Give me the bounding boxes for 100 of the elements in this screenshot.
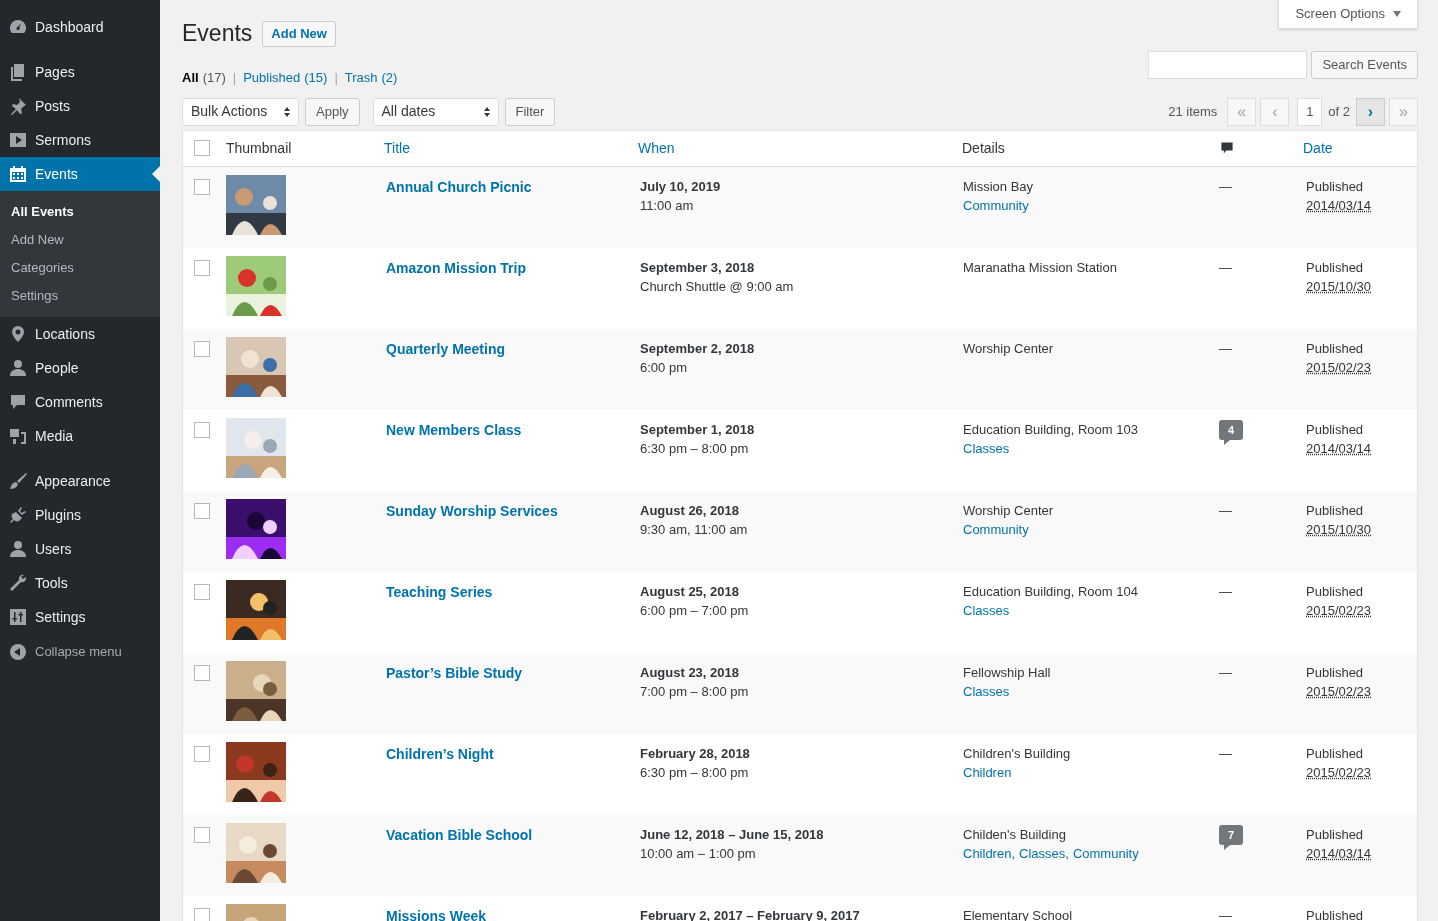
sidebar-item[interactable]: Plugins xyxy=(0,498,160,532)
row-checkbox[interactable] xyxy=(194,907,210,921)
person-icon xyxy=(8,539,28,559)
event-title-link[interactable]: Quarterly Meeting xyxy=(386,340,506,357)
status-text: Published xyxy=(1306,420,1365,439)
date-text: 2015/02/23 xyxy=(1306,601,1372,620)
event-time: 9:30 am, 11:00 am xyxy=(640,520,749,539)
speech-bubble-icon xyxy=(8,392,28,412)
event-date: September 3, 2018 xyxy=(640,258,756,277)
location-text: Worship Center xyxy=(963,339,1055,358)
submenu-item[interactable]: Settings xyxy=(0,282,160,310)
sidebar-item[interactable]: Appearance xyxy=(0,464,160,498)
event-title-link[interactable]: New Members Class xyxy=(386,421,522,438)
event-title-link[interactable]: Teaching Series xyxy=(386,583,493,600)
submenu-item[interactable]: All Events xyxy=(0,198,160,226)
date-text: 2015/02/23 xyxy=(1306,358,1372,377)
filter-link[interactable]: Published xyxy=(243,68,301,88)
sidebar-item[interactable]: Sermons xyxy=(0,123,160,157)
filter-link[interactable]: All xyxy=(182,68,199,88)
category-link[interactable]: Classes xyxy=(963,683,1010,699)
menu-pointer-icon xyxy=(152,166,160,182)
status-text: Published xyxy=(1306,177,1365,196)
select-arrows-icon xyxy=(284,106,290,117)
filter-link[interactable]: Trash xyxy=(344,68,378,88)
column-header-link[interactable]: Title xyxy=(384,137,638,159)
page-total: of 2 xyxy=(1328,102,1350,121)
collapse-menu-button[interactable]: Collapse menu xyxy=(0,635,160,669)
event-time: 6:00 pm – 7:00 pm xyxy=(640,601,750,620)
comma-separator: , xyxy=(1065,845,1069,861)
select-all-checkbox[interactable] xyxy=(194,140,210,156)
row-checkbox[interactable] xyxy=(194,826,210,843)
sidebar-item[interactable]: Media xyxy=(0,419,160,453)
page-title: Events xyxy=(182,22,253,45)
no-comments-dash: — xyxy=(1219,259,1232,275)
row-checkbox[interactable] xyxy=(194,421,210,438)
location-text: Worship Center xyxy=(963,501,1055,520)
no-comments-dash: — xyxy=(1219,583,1232,599)
play-icon xyxy=(8,130,28,150)
date-text: 2014/03/14 xyxy=(1306,196,1372,215)
event-title-link[interactable]: Amazon Mission Trip xyxy=(386,259,526,276)
sidebar-item[interactable]: Comments xyxy=(0,385,160,419)
date-text: 2015/10/30 xyxy=(1306,520,1372,539)
sidebar-item[interactable]: People xyxy=(0,351,160,385)
row-checkbox[interactable] xyxy=(194,502,210,519)
no-comments-dash: — xyxy=(1219,745,1232,761)
location-text: Mission Bay xyxy=(963,177,1035,196)
sidebar-item[interactable]: Pages xyxy=(0,55,160,89)
event-title-link[interactable]: Vacation Bible School xyxy=(386,826,533,843)
sidebar-item[interactable]: Tools xyxy=(0,566,160,600)
category-link[interactable]: Children xyxy=(963,764,1012,780)
location-text: Education Building, Room 104 xyxy=(963,582,1139,601)
category-link[interactable]: Community xyxy=(963,197,1029,213)
event-title-link[interactable]: Annual Church Picnic xyxy=(386,178,532,195)
search-events-button[interactable]: Search Events xyxy=(1311,51,1418,79)
person-icon xyxy=(8,358,28,378)
row-checkbox[interactable] xyxy=(194,259,210,276)
location-text: Children's Building xyxy=(963,744,1072,763)
column-header-link[interactable]: When xyxy=(638,137,962,159)
sidebar-item[interactable]: Events xyxy=(0,157,160,191)
separator: | xyxy=(232,69,237,87)
submenu-item[interactable]: Categories xyxy=(0,254,160,282)
count-text: (15) xyxy=(304,69,328,87)
column-header-link[interactable]: Date xyxy=(1303,137,1333,159)
submenu-item[interactable]: Add New xyxy=(0,226,160,254)
category-link[interactable]: Community xyxy=(1072,845,1139,861)
search-field[interactable] xyxy=(1148,51,1308,79)
sidebar-item[interactable]: Posts xyxy=(0,89,160,123)
dropdown-arrow-icon xyxy=(1393,11,1401,17)
category-link[interactable]: Community xyxy=(963,521,1029,537)
event-time: 10:00 am – 1:00 pm xyxy=(640,844,757,863)
row-checkbox[interactable] xyxy=(194,340,210,357)
sidebar-item[interactable]: Locations xyxy=(0,317,160,351)
event-title-link[interactable]: Sunday Worship Services xyxy=(386,502,558,519)
status-text: Published xyxy=(1306,744,1365,763)
sidebar-item[interactable]: Dashboard xyxy=(0,10,160,44)
event-date: September 2, 2018 xyxy=(640,339,756,358)
category-link[interactable]: Classes xyxy=(963,602,1010,618)
status-text: Published xyxy=(1306,258,1365,277)
screen-options-button[interactable]: Screen Options xyxy=(1278,0,1418,29)
event-title-link[interactable]: Missions Week xyxy=(386,907,487,921)
dates-select[interactable]: All dates xyxy=(372,97,499,126)
status-text: Published xyxy=(1306,825,1365,844)
category-link[interactable]: Classes xyxy=(963,440,1010,456)
page-number-field[interactable]: 1 xyxy=(1297,97,1323,126)
sidebar-item[interactable]: Settings xyxy=(0,600,160,634)
row-checkbox[interactable] xyxy=(194,583,210,600)
column-header: Details xyxy=(962,138,1006,158)
separator: | xyxy=(334,69,338,87)
event-title-link[interactable]: Children’s Night xyxy=(386,745,494,762)
row-checkbox[interactable] xyxy=(194,664,210,681)
apply-button[interactable]: Apply xyxy=(305,97,360,126)
date-text: 2015/10/30 xyxy=(1306,277,1372,296)
event-title-link[interactable]: Pastor’s Bible Study xyxy=(386,664,523,681)
bulk-actions-select[interactable]: Bulk Actions xyxy=(182,97,299,126)
row-checkbox[interactable] xyxy=(194,745,210,762)
add-new-button[interactable]: Add New xyxy=(262,20,336,47)
page-button[interactable]: › xyxy=(1356,97,1385,126)
sidebar-item[interactable]: Users xyxy=(0,532,160,566)
row-checkbox[interactable] xyxy=(194,178,210,195)
filter-button[interactable]: Filter xyxy=(504,97,556,126)
